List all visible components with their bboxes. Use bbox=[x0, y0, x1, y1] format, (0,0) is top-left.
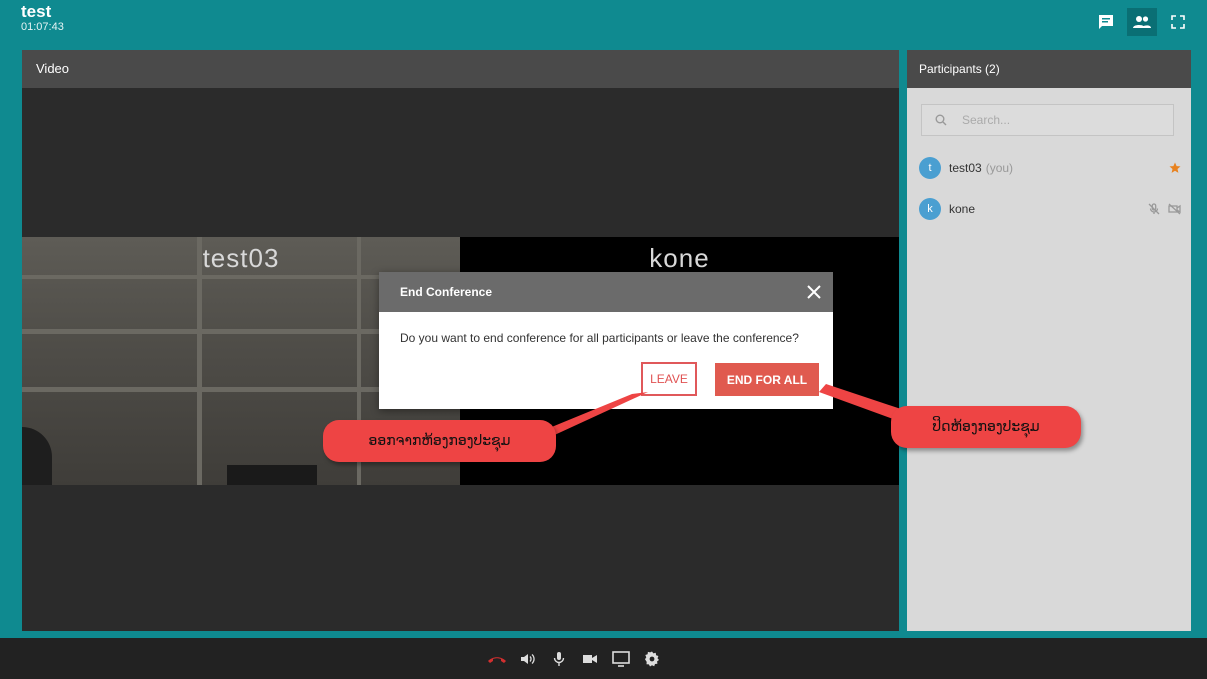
callout-leave: ອອກຈາກຫ້ອງກອງປະຊຸມ bbox=[323, 420, 556, 462]
callout-end-for-all: ປິດຫ້ອງກອງປະຊຸມ bbox=[891, 406, 1081, 448]
callout-arrows bbox=[520, 384, 922, 440]
